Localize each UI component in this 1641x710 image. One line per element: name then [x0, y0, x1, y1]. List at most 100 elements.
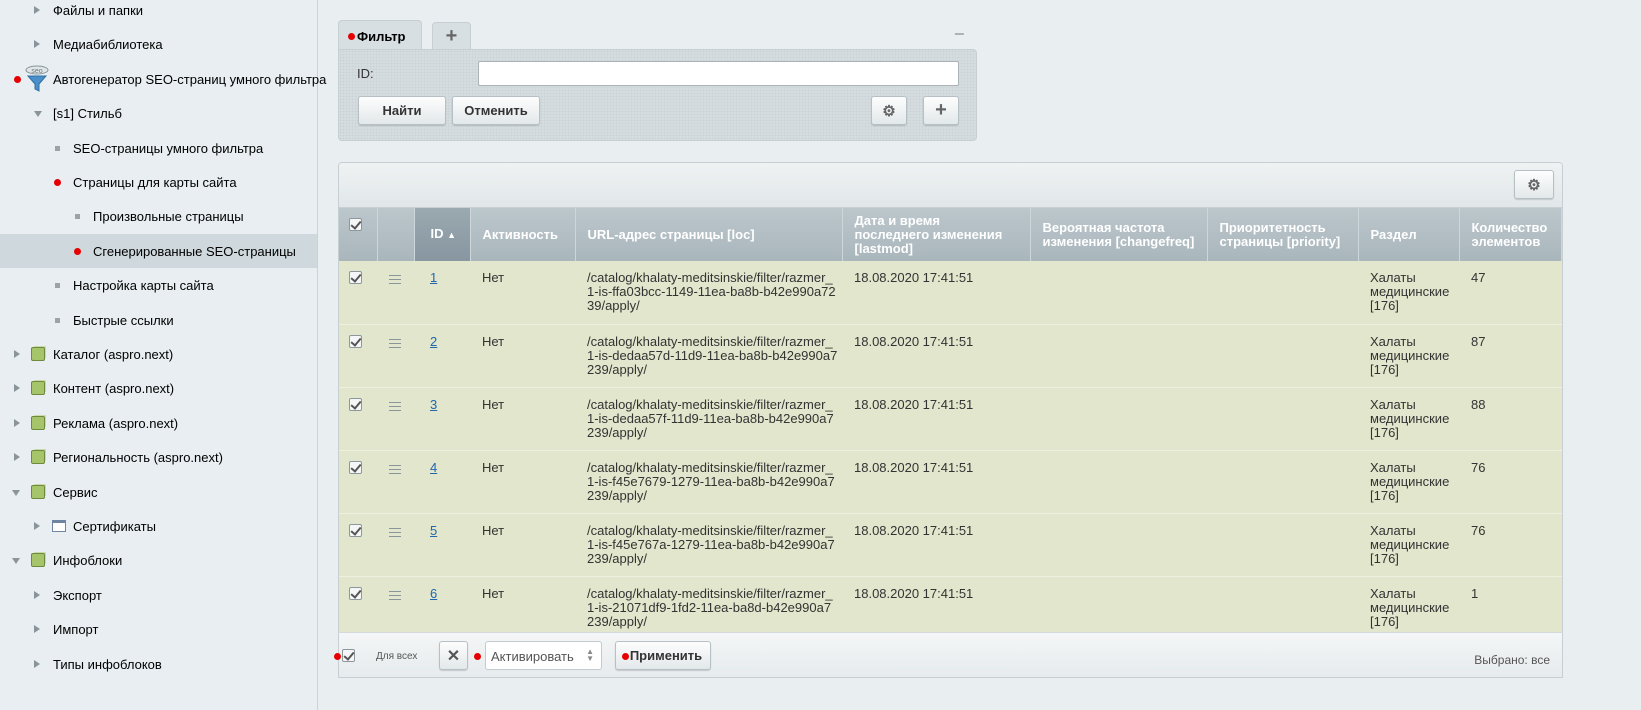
sidebar-item[interactable]: Контент (aspro.next): [0, 371, 317, 405]
sidebar-item[interactable]: Медиабиблиотека: [0, 27, 317, 61]
cell-url: /catalog/khalaty-meditsinskie/filter/raz…: [575, 576, 842, 640]
row-menu-icon[interactable]: [377, 261, 414, 325]
table-row[interactable]: 6 Нет /catalog/khalaty-meditsinskie/filt…: [339, 576, 1562, 640]
select-all-checkbox[interactable]: [339, 208, 378, 261]
sidebar-item[interactable]: Экспорт: [0, 578, 317, 612]
sidebar-item[interactable]: Настройка карты сайта: [0, 268, 317, 302]
sidebar-item[interactable]: Произвольные страницы: [0, 199, 317, 233]
cell-priority: [1207, 450, 1358, 514]
sidebar-item-label: Каталог (aspro.next): [53, 347, 174, 362]
column-header-active[interactable]: Активность: [470, 208, 576, 261]
sidebar-item[interactable]: Каталог (aspro.next): [0, 337, 317, 371]
column-header-priority[interactable]: Приоритетность страницы [priority]: [1207, 208, 1359, 261]
row-id-link[interactable]: 3: [430, 397, 437, 412]
module-icon: [31, 347, 45, 361]
apply-button[interactable]: Применить: [615, 641, 711, 670]
cell-id: 4: [414, 450, 470, 514]
row-id-link[interactable]: 2: [430, 334, 437, 349]
sidebar-item[interactable]: Реклама (aspro.next): [0, 406, 317, 440]
table-row[interactable]: 2 Нет /catalog/khalaty-meditsinskie/filt…: [339, 324, 1562, 388]
cell-section: Халаты медицинские [176]: [1358, 324, 1459, 388]
sidebar-item[interactable]: [s1] Стильб: [0, 96, 317, 130]
table-row[interactable]: 3 Нет /catalog/khalaty-meditsinskie/filt…: [339, 387, 1562, 451]
action-select[interactable]: Активировать ▲ ▼: [485, 641, 602, 670]
add-filter-tab-button[interactable]: +: [432, 22, 471, 50]
expand-arrow-icon: [34, 590, 40, 599]
column-header-url[interactable]: URL-адрес страницы [loc]: [575, 208, 843, 261]
cell-lastmod: 18.08.2020 17:41:51: [842, 576, 1030, 640]
table-row[interactable]: 1 Нет /catalog/khalaty-meditsinskie/filt…: [339, 261, 1562, 325]
sidebar-item[interactable]: Сертификаты: [0, 509, 317, 543]
collapse-arrow-icon: [12, 489, 20, 496]
sidebar-item-label: SEO-страницы умного фильтра: [73, 140, 264, 156]
tab-filter[interactable]: Фильтр: [338, 20, 422, 50]
expand-arrow-icon: [34, 6, 40, 14]
column-header-section[interactable]: Раздел: [1358, 208, 1460, 261]
sidebar-item-label: Произвольные страницы: [93, 209, 244, 225]
sidebar-item[interactable]: Региональность (aspro.next): [0, 440, 317, 474]
row-menu-icon[interactable]: [377, 576, 414, 640]
row-menu-icon[interactable]: [377, 513, 414, 577]
sidebar-item[interactable]: seo Автогенератор SEO-страниц умного филь…: [0, 62, 326, 96]
row-id-link[interactable]: 5: [430, 523, 437, 538]
filter-settings-button[interactable]: ⚙: [871, 96, 907, 125]
red-dot-marker: [14, 75, 21, 83]
grid-toolbar: ⚙: [339, 163, 1562, 208]
for-all-checkbox[interactable]: [342, 649, 355, 662]
column-header-changefreq[interactable]: Вероятная частота изменения [changefreq]: [1030, 208, 1208, 261]
expand-arrow-icon: [34, 659, 40, 668]
table-row[interactable]: 4 Нет /catalog/khalaty-meditsinskie/filt…: [339, 450, 1562, 514]
cell-id: 2: [414, 324, 470, 388]
sidebar-item[interactable]: Сервис: [0, 475, 317, 509]
cell-lastmod: 18.08.2020 17:41:51: [842, 324, 1030, 388]
row-menu-icon[interactable]: [377, 324, 414, 388]
collapse-arrow-icon: [34, 111, 42, 118]
row-menu-icon[interactable]: [377, 450, 414, 514]
collapse-arrow-icon: [12, 558, 20, 565]
row-id-link[interactable]: 1: [430, 270, 437, 285]
row-checkbox[interactable]: [339, 387, 377, 451]
row-checkbox[interactable]: [339, 513, 377, 577]
row-checkbox[interactable]: [339, 576, 377, 640]
row-checkbox[interactable]: [339, 450, 377, 514]
row-checkbox[interactable]: [339, 324, 377, 388]
clear-selection-button[interactable]: ✕: [439, 641, 468, 670]
minimize-filter-button[interactable]: −: [954, 24, 965, 45]
gear-icon: ⚙: [882, 102, 896, 120]
sidebar-item[interactable]: Типы инфоблоков: [0, 647, 317, 681]
select-arrows-icon: ▲ ▼: [586, 647, 594, 663]
sidebar-item[interactable]: Страницы для карты сайта: [0, 165, 317, 199]
sidebar-item[interactable]: Импорт: [0, 612, 317, 646]
sidebar-item[interactable]: SEO-страницы умного фильтра: [0, 131, 317, 165]
id-input[interactable]: [478, 61, 959, 86]
main-content: Фильтр + − ID: Найти Отменить ⚙ + ⚙ ID ▲…: [318, 0, 1641, 710]
cell-lastmod: 18.08.2020 17:41:51: [842, 513, 1030, 577]
sidebar-item[interactable]: Сгенерированные SEO-страницы: [0, 233, 317, 268]
cancel-button[interactable]: Отменить: [452, 96, 540, 125]
column-header-lastmod[interactable]: Дата и время последнего изменения [lastm…: [842, 208, 1031, 261]
expand-arrow-icon: [14, 350, 20, 358]
sidebar-item[interactable]: Инфоблоки: [0, 543, 317, 577]
grid-settings-button[interactable]: ⚙: [1514, 170, 1554, 199]
sidebar-item[interactable]: Файлы и папки: [0, 0, 317, 27]
find-button[interactable]: Найти: [358, 96, 446, 125]
cell-priority: [1207, 387, 1358, 451]
column-header-count[interactable]: Количество элементов: [1459, 208, 1562, 261]
cell-active: Нет: [470, 324, 575, 388]
row-menu-icon[interactable]: [377, 387, 414, 451]
row-id-link[interactable]: 4: [430, 460, 437, 475]
add-filter-field-button[interactable]: +: [923, 96, 959, 125]
row-id-link[interactable]: 6: [430, 586, 437, 601]
cell-count: 76: [1459, 450, 1562, 514]
for-all-label: Для всех: [376, 651, 418, 662]
expand-arrow-icon: [34, 522, 40, 530]
sidebar-item[interactable]: Быстрые ссылки: [0, 303, 317, 337]
row-checkbox[interactable]: [339, 261, 377, 325]
sidebar-item-label: [s1] Стильб: [53, 106, 122, 122]
table-row[interactable]: 5 Нет /catalog/khalaty-meditsinskie/filt…: [339, 513, 1562, 577]
cell-changefreq: [1030, 513, 1207, 577]
cell-changefreq: [1030, 387, 1207, 451]
column-header-id[interactable]: ID ▲: [414, 208, 471, 261]
tab-filter-label: Фильтр: [357, 29, 406, 44]
grid-footer: Для всех ✕ Активировать ▲ ▼ Применить Выбр…: [334, 632, 1563, 678]
